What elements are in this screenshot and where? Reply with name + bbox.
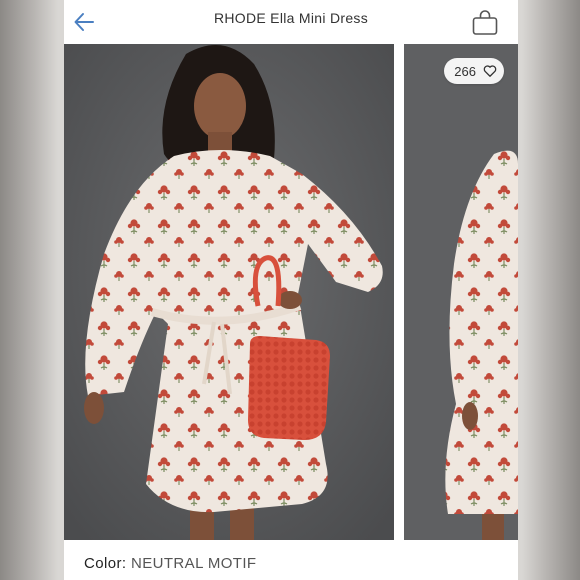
app-screen: RHODE Ella Mini Dress 266 Color: NEUTRAL… bbox=[64, 0, 518, 580]
top-navigation-bar: RHODE Ella Mini Dress bbox=[64, 0, 518, 44]
shopping-bag-icon bbox=[472, 10, 498, 35]
product-photo-next[interactable] bbox=[404, 44, 518, 540]
heart-icon bbox=[482, 63, 498, 79]
product-photo-main[interactable] bbox=[64, 44, 394, 540]
color-selection: Color: NEUTRAL MOTIF bbox=[84, 555, 256, 572]
product-details: Color: NEUTRAL MOTIF bbox=[64, 540, 518, 580]
likes-count: 266 bbox=[454, 63, 476, 79]
back-button[interactable] bbox=[70, 8, 98, 36]
arrow-left-icon bbox=[74, 13, 94, 31]
page-title: RHODE Ella Mini Dress bbox=[213, 10, 369, 26]
shopping-bag-button[interactable] bbox=[468, 5, 502, 39]
like-button[interactable]: 266 bbox=[444, 58, 504, 84]
color-label: Color: bbox=[84, 555, 127, 572]
product-image-carousel[interactable]: 266 bbox=[64, 44, 518, 540]
color-value: NEUTRAL MOTIF bbox=[131, 555, 257, 572]
